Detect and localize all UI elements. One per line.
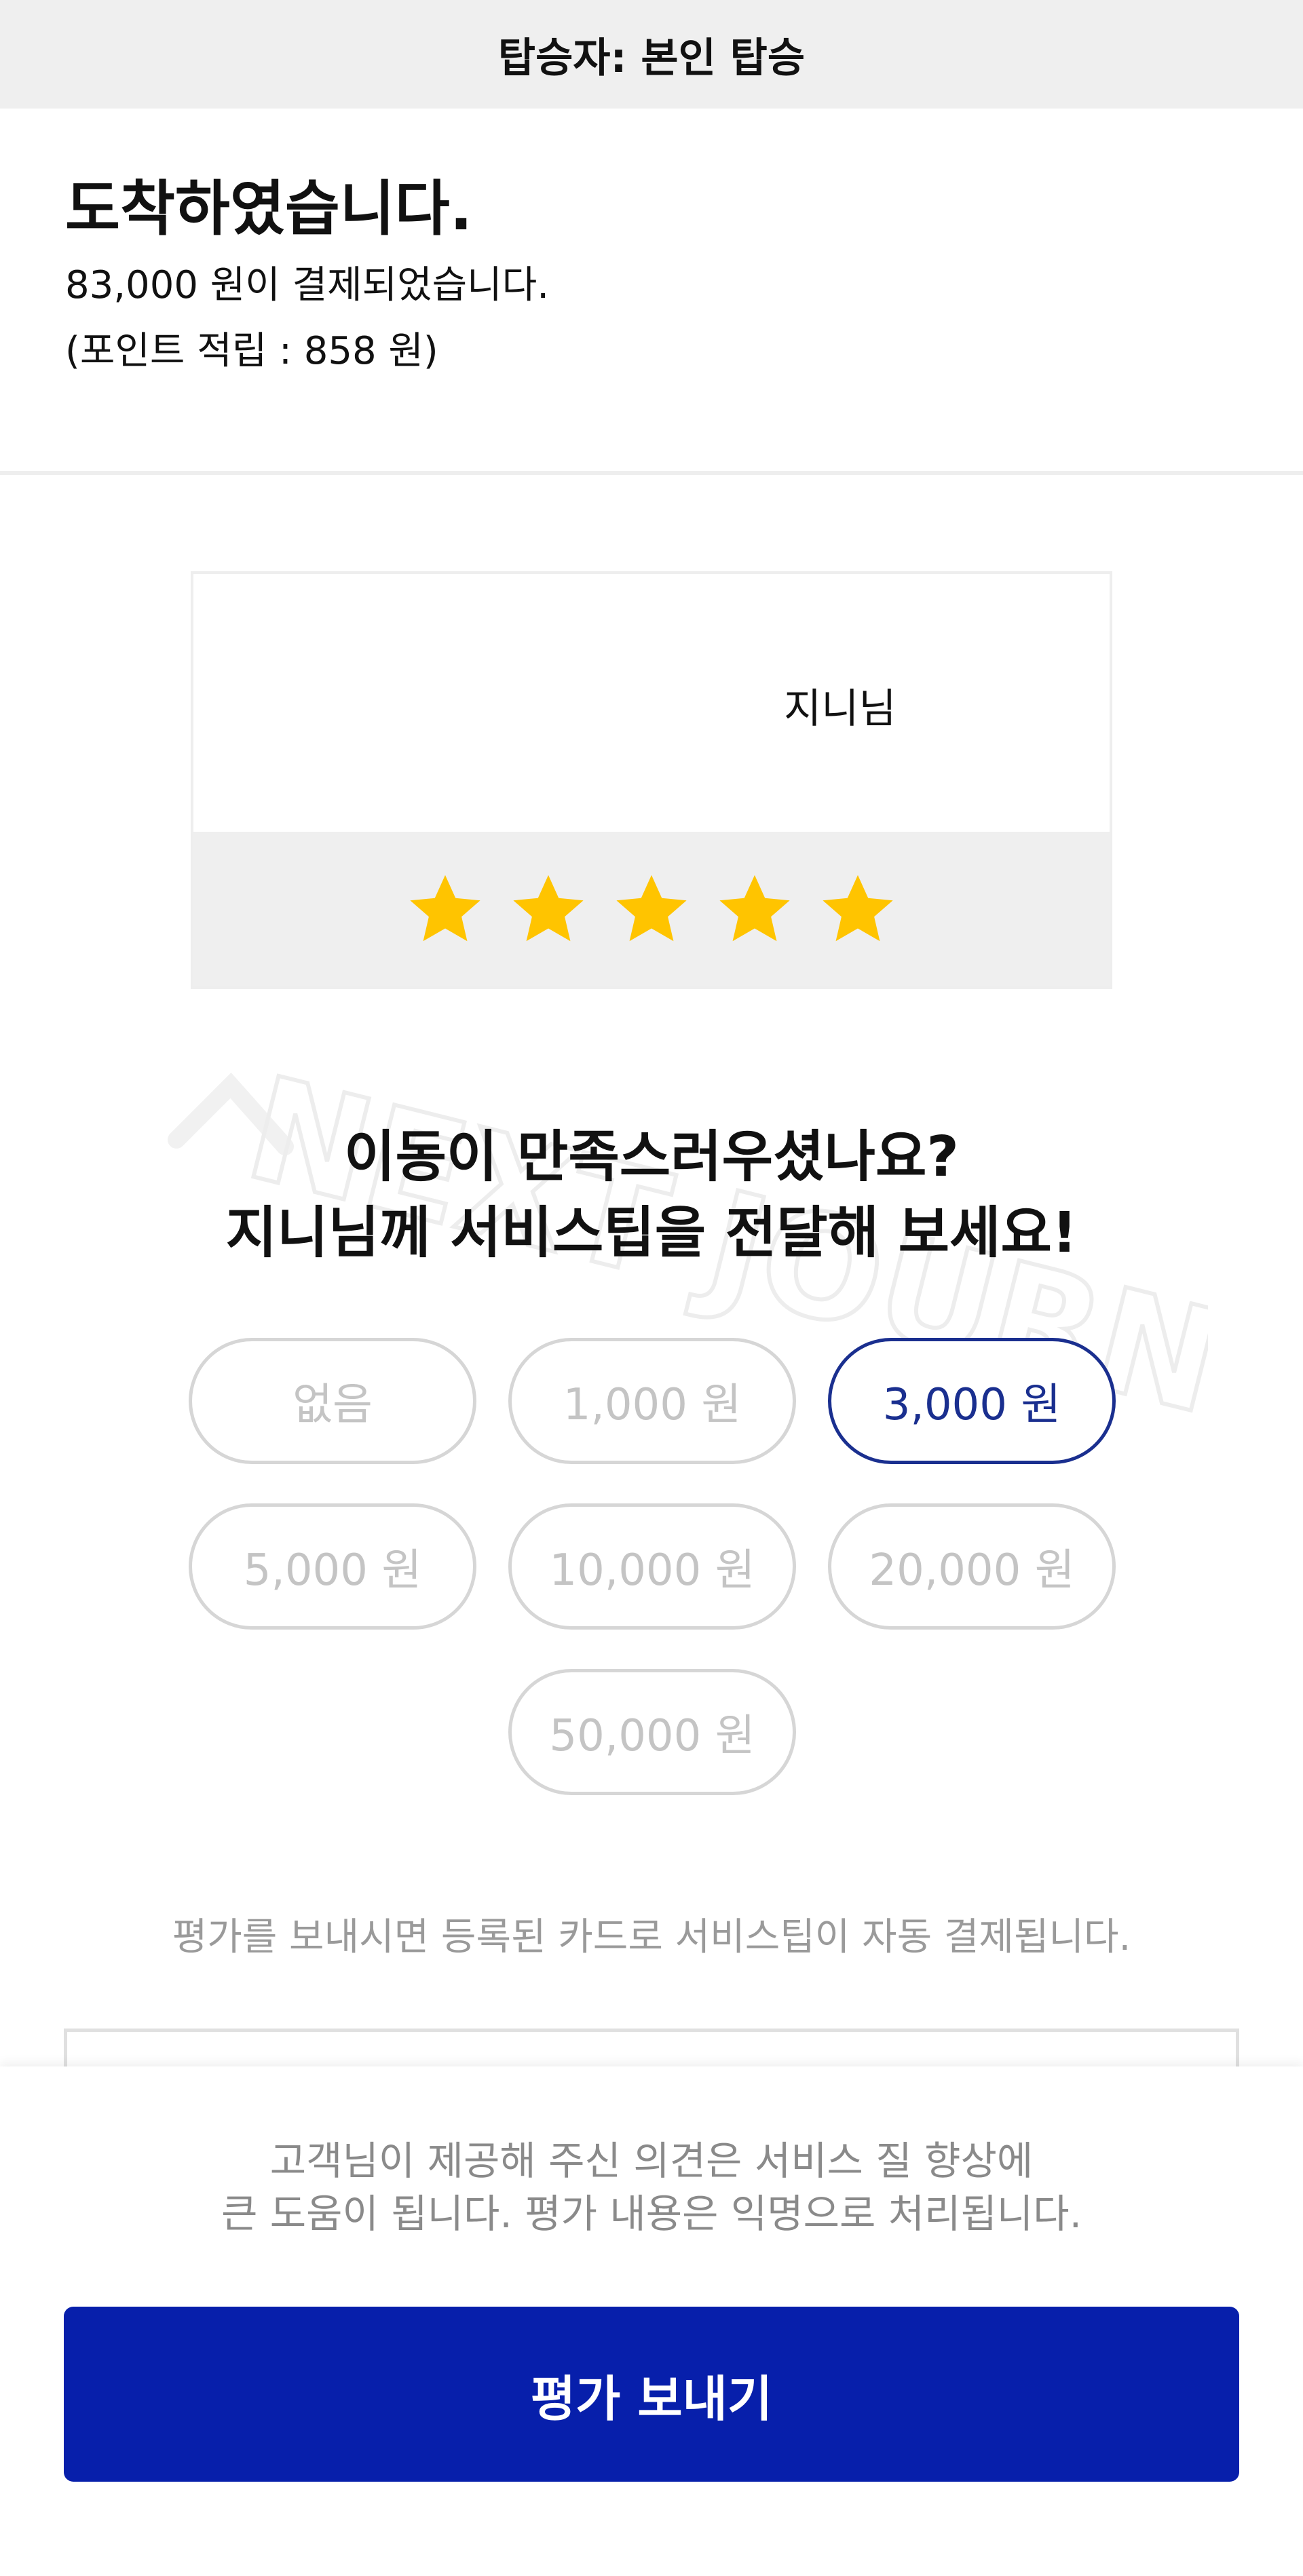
tip-option-1000[interactable]: 1,000 원 bbox=[508, 1338, 796, 1464]
bottom-panel: 고객님이 제공해 주신 의견은 서비스 질 향상에 큰 도움이 됩니다. 평가 … bbox=[0, 2066, 1303, 2576]
star-icon[interactable] bbox=[405, 869, 485, 949]
tip-question-line1: 이동이 만족스러우셨나요? bbox=[344, 1125, 959, 1189]
passenger-label: 탑승자: 본인 탑승 bbox=[497, 34, 806, 82]
passenger-header: 탑승자: 본인 탑승 bbox=[0, 0, 1303, 109]
driver-name: 지니님 bbox=[784, 685, 896, 733]
payment-text: 83,000 원이 결제되었습니다. bbox=[65, 263, 550, 307]
tip-option-3000[interactable]: 3,000 원 bbox=[828, 1338, 1116, 1464]
tip-option-none[interactable]: 없음 bbox=[189, 1338, 476, 1464]
star-icon[interactable] bbox=[508, 869, 588, 949]
anonymity-info-line2: 큰 도움이 됩니다. 평가 내용은 익명으로 처리됩니다. bbox=[221, 2191, 1082, 2237]
tip-option-5000[interactable]: 5,000 원 bbox=[189, 1503, 476, 1630]
tip-question: 이동이 만족스러우셨나요? 지니님께 서비스팁을 전달해 보세요! bbox=[0, 1119, 1303, 1271]
driver-info: 지니님 bbox=[193, 574, 1110, 834]
star-icon[interactable] bbox=[715, 869, 795, 949]
section-divider bbox=[0, 471, 1303, 475]
star-icon[interactable] bbox=[611, 869, 692, 949]
tip-notice: 평가를 보내시면 등록된 카드로 서비스팁이 자동 결제됩니다. bbox=[172, 1915, 1131, 1959]
arrival-summary: 도착하였습니다. 83,000 원이 결제되었습니다. (포인트 적립 : 85… bbox=[65, 173, 549, 374]
tip-question-line2: 지니님께 서비스팁을 전달해 보세요! bbox=[225, 1201, 1078, 1265]
arrival-title: 도착하였습니다. bbox=[65, 174, 473, 244]
driver-card: 지니님 bbox=[191, 571, 1112, 989]
tip-option-10000[interactable]: 10,000 원 bbox=[508, 1503, 796, 1630]
star-icon[interactable] bbox=[818, 869, 898, 949]
anonymity-info: 고객님이 제공해 주신 의견은 서비스 질 향상에 큰 도움이 됩니다. 평가 … bbox=[0, 2134, 1303, 2240]
submit-review-button[interactable]: 평가 보내기 bbox=[64, 2307, 1239, 2482]
star-rating bbox=[193, 832, 1110, 986]
anonymity-info-line1: 고객님이 제공해 주신 의견은 서비스 질 향상에 bbox=[269, 2138, 1034, 2184]
tip-option-20000[interactable]: 20,000 원 bbox=[828, 1503, 1116, 1630]
tip-option-50000[interactable]: 50,000 원 bbox=[508, 1669, 796, 1795]
points-text: (포인트 적립 : 858 원) bbox=[65, 328, 438, 373]
